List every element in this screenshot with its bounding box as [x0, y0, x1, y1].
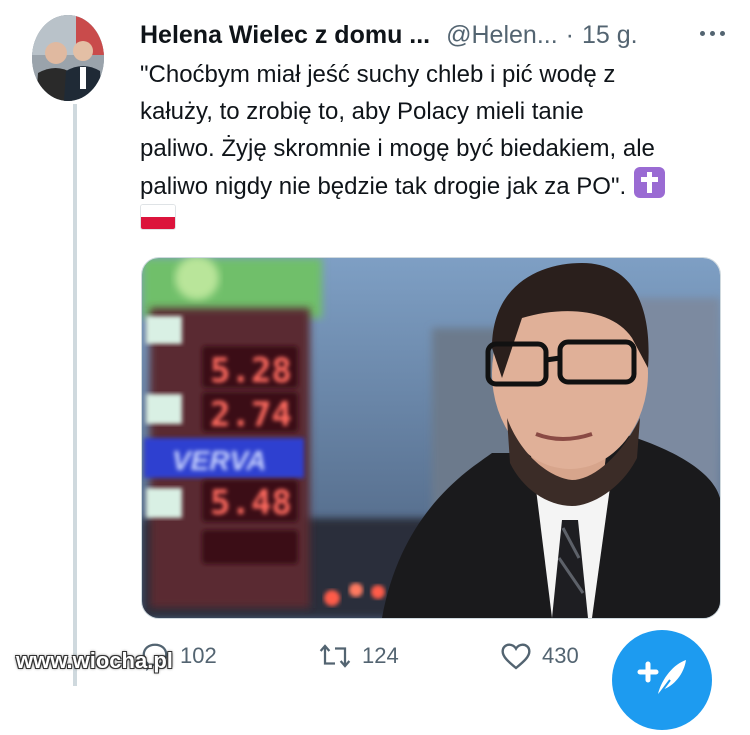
tweet-text-line: kałuży, to zrobię to, aby Polacy mieli t…: [140, 98, 584, 125]
separator-dot: ·: [565, 20, 574, 49]
tweet-text-line: paliwo nigdy nie będzie tak drogie jak z…: [140, 167, 730, 205]
timestamp[interactable]: 15 g.: [582, 21, 638, 50]
heart-icon: [501, 643, 531, 670]
avatar[interactable]: [32, 15, 104, 101]
reply-count: 102: [180, 643, 217, 668]
compose-tweet-button[interactable]: [612, 630, 712, 730]
price-line: 2.74: [210, 395, 292, 435]
tweet-text: "Choćbym miał jeść suchy chleb i pić wod…: [140, 56, 730, 205]
tweet-text-fragment: paliwo nigdy nie będzie tak drogie jak z…: [140, 173, 627, 200]
thread-line: [73, 104, 77, 686]
retweet-count: 124: [362, 643, 399, 668]
tweet-header: Helena Wielec z domu ... @Helen... · 15 …: [140, 18, 740, 52]
poland-flag-icon: [140, 204, 176, 230]
more-options-icon[interactable]: [692, 18, 732, 48]
tweet-photo: 5.28 2.74 VERVA 5.48: [142, 258, 720, 618]
price-line: 5.48: [210, 483, 292, 523]
latin-cross-icon: [634, 167, 666, 198]
retweet-icon: [319, 644, 351, 668]
tweet-text-line: "Choćbym miał jeść suchy chleb i pić wod…: [140, 61, 616, 88]
tweet-image[interactable]: 5.28 2.74 VERVA 5.48: [141, 257, 721, 619]
avatar-photo: [32, 15, 104, 101]
display-name[interactable]: Helena Wielec z domu ...: [140, 21, 430, 50]
user-handle[interactable]: @Helen...: [446, 21, 558, 50]
watermark: www.wiocha.pl: [16, 648, 173, 673]
tweet-text-line: paliwo. Żyję skromnie i mogę być biedaki…: [140, 135, 655, 162]
compose-feather-icon: [637, 660, 686, 697]
like-count: 430: [542, 643, 579, 668]
retweet-button[interactable]: 124: [318, 636, 399, 676]
like-button[interactable]: 430: [500, 636, 579, 676]
price-line: 5.28: [210, 351, 292, 391]
brand-sign: VERVA: [172, 445, 266, 476]
